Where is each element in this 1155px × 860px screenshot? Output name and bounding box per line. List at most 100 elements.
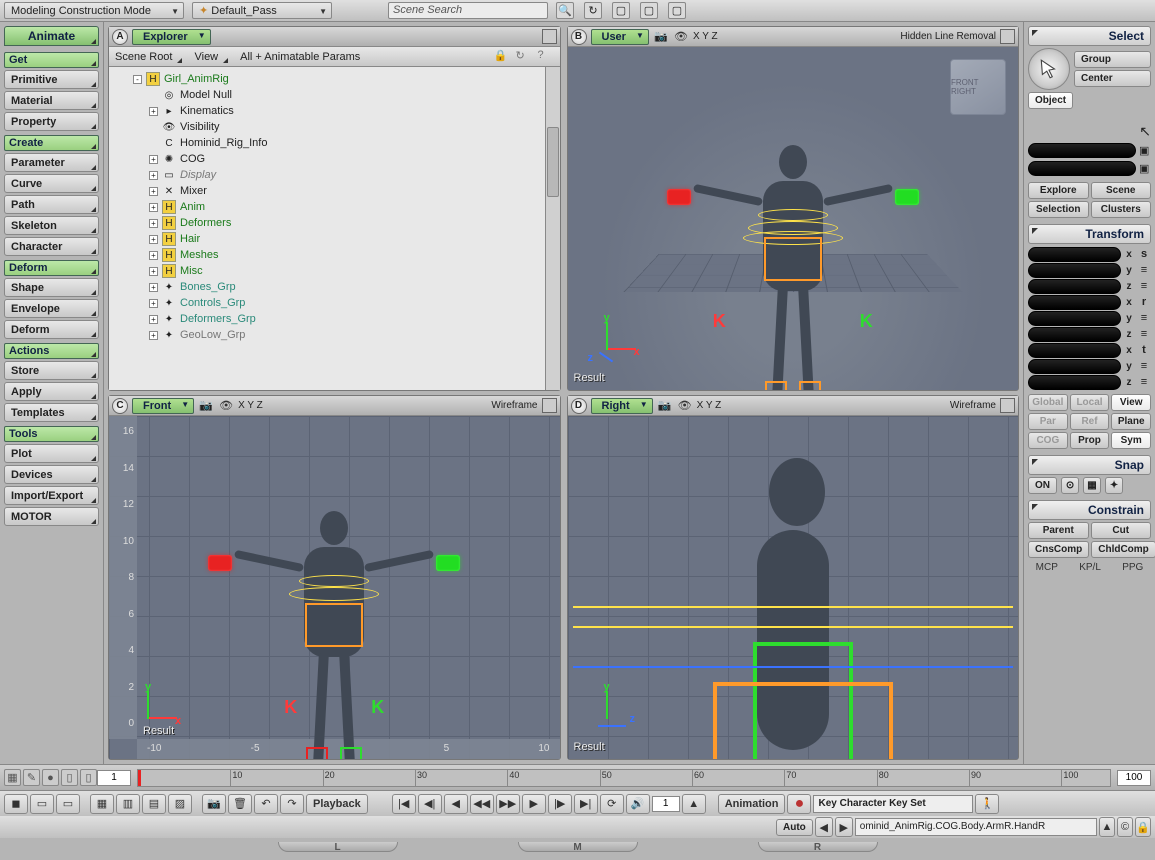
mcp-label[interactable]: MCP <box>1036 562 1058 573</box>
tree-item[interactable]: +HAnim <box>111 199 558 215</box>
play-prev-key-icon[interactable]: ◀| <box>418 794 442 814</box>
audio-icon[interactable]: 🔊 <box>626 794 650 814</box>
maximize-icon[interactable] <box>1000 29 1015 44</box>
timeline-icon-1[interactable]: ▦ <box>4 769 21 786</box>
expander-icon[interactable]: + <box>149 235 158 244</box>
eye-icon[interactable]: 👁 <box>677 398 693 414</box>
tree-item[interactable]: +✦GeoLow_Grp <box>111 327 558 343</box>
axis-label-x[interactable]: x <box>1124 345 1134 356</box>
timeline-start-field[interactable] <box>97 770 131 786</box>
footer-l[interactable]: L <box>278 842 398 852</box>
srt-label-r[interactable]: r <box>1137 296 1151 308</box>
expander-icon[interactable]: + <box>149 155 158 164</box>
tree-item[interactable]: +HMeshes <box>111 247 558 263</box>
timeline-icon-4[interactable]: ▯ <box>61 769 78 786</box>
menu-scene-root[interactable]: Scene Root <box>115 51 182 63</box>
pb-range-2[interactable]: ▭ <box>56 794 80 814</box>
maximize-icon[interactable] <box>542 398 557 413</box>
selection-button[interactable]: Selection <box>1028 201 1089 218</box>
expander-icon[interactable]: + <box>149 299 158 308</box>
module-tab-animate[interactable]: Animate <box>4 26 99 46</box>
axis-label-z[interactable]: z <box>1124 329 1134 340</box>
viewport-badge-b[interactable]: B <box>571 29 587 45</box>
axis-label-x[interactable]: x <box>1124 297 1134 308</box>
primitive-button[interactable]: Primitive <box>4 70 99 89</box>
tree-item[interactable]: +✦Controls_Grp <box>111 295 558 311</box>
animation-menu[interactable]: Animation <box>718 794 786 814</box>
viewport-badge-a[interactable]: A <box>112 29 128 45</box>
pb-layout-3[interactable]: ▤ <box>142 794 166 814</box>
panel-type-dropdown-a[interactable]: Explorer <box>132 29 211 45</box>
viewport-right[interactable]: yz Result <box>568 416 1019 759</box>
toolbar-icon-3[interactable]: ▢ <box>668 2 686 19</box>
viewport-user[interactable]: K K FRONT RIGHT yxz Result <box>568 47 1019 390</box>
link-icon[interactable]: ≡ <box>1137 360 1151 372</box>
expander-icon[interactable]: + <box>149 187 158 196</box>
view-type-dropdown-b[interactable]: User <box>591 29 649 45</box>
mode-view-button[interactable]: View <box>1111 394 1151 411</box>
snap-opt-1[interactable]: ⊙ <box>1061 477 1079 494</box>
loop-icon[interactable]: ⟳ <box>600 794 624 814</box>
expander-icon[interactable]: + <box>149 283 158 292</box>
pb-cam-1[interactable]: 📷 <box>202 794 226 814</box>
display-mode-c[interactable]: Wireframe <box>491 400 537 411</box>
key-icon[interactable]: ● <box>787 794 811 814</box>
camera-icon[interactable]: 📷 <box>653 29 669 45</box>
pb-layout-4[interactable]: ▨ <box>168 794 192 814</box>
pb-trash-icon[interactable]: 🗑 <box>228 794 252 814</box>
tree-item[interactable]: +▭Display <box>111 167 558 183</box>
expander-icon[interactable]: - <box>133 75 142 84</box>
pb-range-1[interactable]: ▭ <box>30 794 54 814</box>
tree-item[interactable]: -HGirl_AnimRig <box>111 71 558 87</box>
eye-icon[interactable]: 👁 <box>673 29 689 45</box>
ppg-label[interactable]: PPG <box>1122 562 1143 573</box>
group-button[interactable]: Group <box>1074 51 1151 68</box>
link-icon[interactable]: ≡ <box>1137 280 1151 292</box>
timeline-end-field[interactable] <box>1117 770 1151 786</box>
property-button[interactable]: Property <box>4 112 99 131</box>
tree-item[interactable]: +HHair <box>111 231 558 247</box>
footer-r[interactable]: R <box>758 842 878 852</box>
arrow-icon[interactable]: ↖ <box>1139 123 1151 139</box>
mode-cog-button[interactable]: COG <box>1028 432 1068 449</box>
tree-item[interactable]: +✺COG <box>111 151 558 167</box>
material-button[interactable]: Material <box>4 91 99 110</box>
mode-ref-button[interactable]: Ref <box>1070 413 1110 430</box>
mode-par-button[interactable]: Par <box>1028 413 1068 430</box>
parent-button[interactable]: Parent <box>1028 522 1089 539</box>
skeleton-button[interactable]: Skeleton <box>4 216 99 235</box>
templates-button[interactable]: Templates <box>4 403 99 422</box>
shape-button[interactable]: Shape <box>4 278 99 297</box>
refresh-explorer-icon[interactable]: ↻ <box>516 49 532 65</box>
display-mode-b[interactable]: Hidden Line Removal <box>900 31 996 42</box>
link-icon[interactable]: ≡ <box>1137 312 1151 324</box>
xyz-label[interactable]: X Y Z <box>693 31 718 42</box>
prev-key-small-icon[interactable]: ◀ <box>815 817 833 837</box>
menu-view[interactable]: View <box>194 51 228 63</box>
object-button[interactable]: Object <box>1028 92 1073 109</box>
xform-s-y-field[interactable] <box>1028 263 1121 278</box>
pb-undo-icon[interactable]: ↶ <box>254 794 278 814</box>
mode-sym-button[interactable]: Sym <box>1111 432 1151 449</box>
cnscomp-button[interactable]: CnsComp <box>1028 541 1089 558</box>
timeline-icon-5[interactable]: ▯ <box>80 769 97 786</box>
xform-r-z-field[interactable] <box>1028 327 1121 342</box>
xyz-label[interactable]: X Y Z <box>238 400 263 411</box>
pb-redo-icon[interactable]: ↷ <box>280 794 304 814</box>
plot-button[interactable]: Plot <box>4 444 99 463</box>
axis-label-x[interactable]: x <box>1124 249 1134 260</box>
play-next-frame-icon[interactable]: ▶ <box>522 794 546 814</box>
curve-button[interactable]: Curve <box>4 174 99 193</box>
snap-opt-3[interactable]: ✦ <box>1105 477 1123 494</box>
play-forward-icon[interactable]: ▶▶ <box>496 794 520 814</box>
expander-icon[interactable]: + <box>149 107 158 116</box>
xform-s-x-field[interactable] <box>1028 247 1121 262</box>
viewport-front[interactable]: 1614121086420 -10-50510 K K <box>109 416 560 759</box>
play-prev-frame-icon[interactable]: ◀ <box>444 794 468 814</box>
view-cube[interactable]: FRONT RIGHT <box>950 59 1006 115</box>
link-icon[interactable]: ≡ <box>1137 264 1151 276</box>
character-button[interactable]: Character <box>4 237 99 256</box>
snap-opt-2[interactable]: ▦ <box>1083 477 1101 494</box>
axis-label-y[interactable]: y <box>1124 313 1134 324</box>
tree-item[interactable]: 👁Visibility <box>111 119 558 135</box>
